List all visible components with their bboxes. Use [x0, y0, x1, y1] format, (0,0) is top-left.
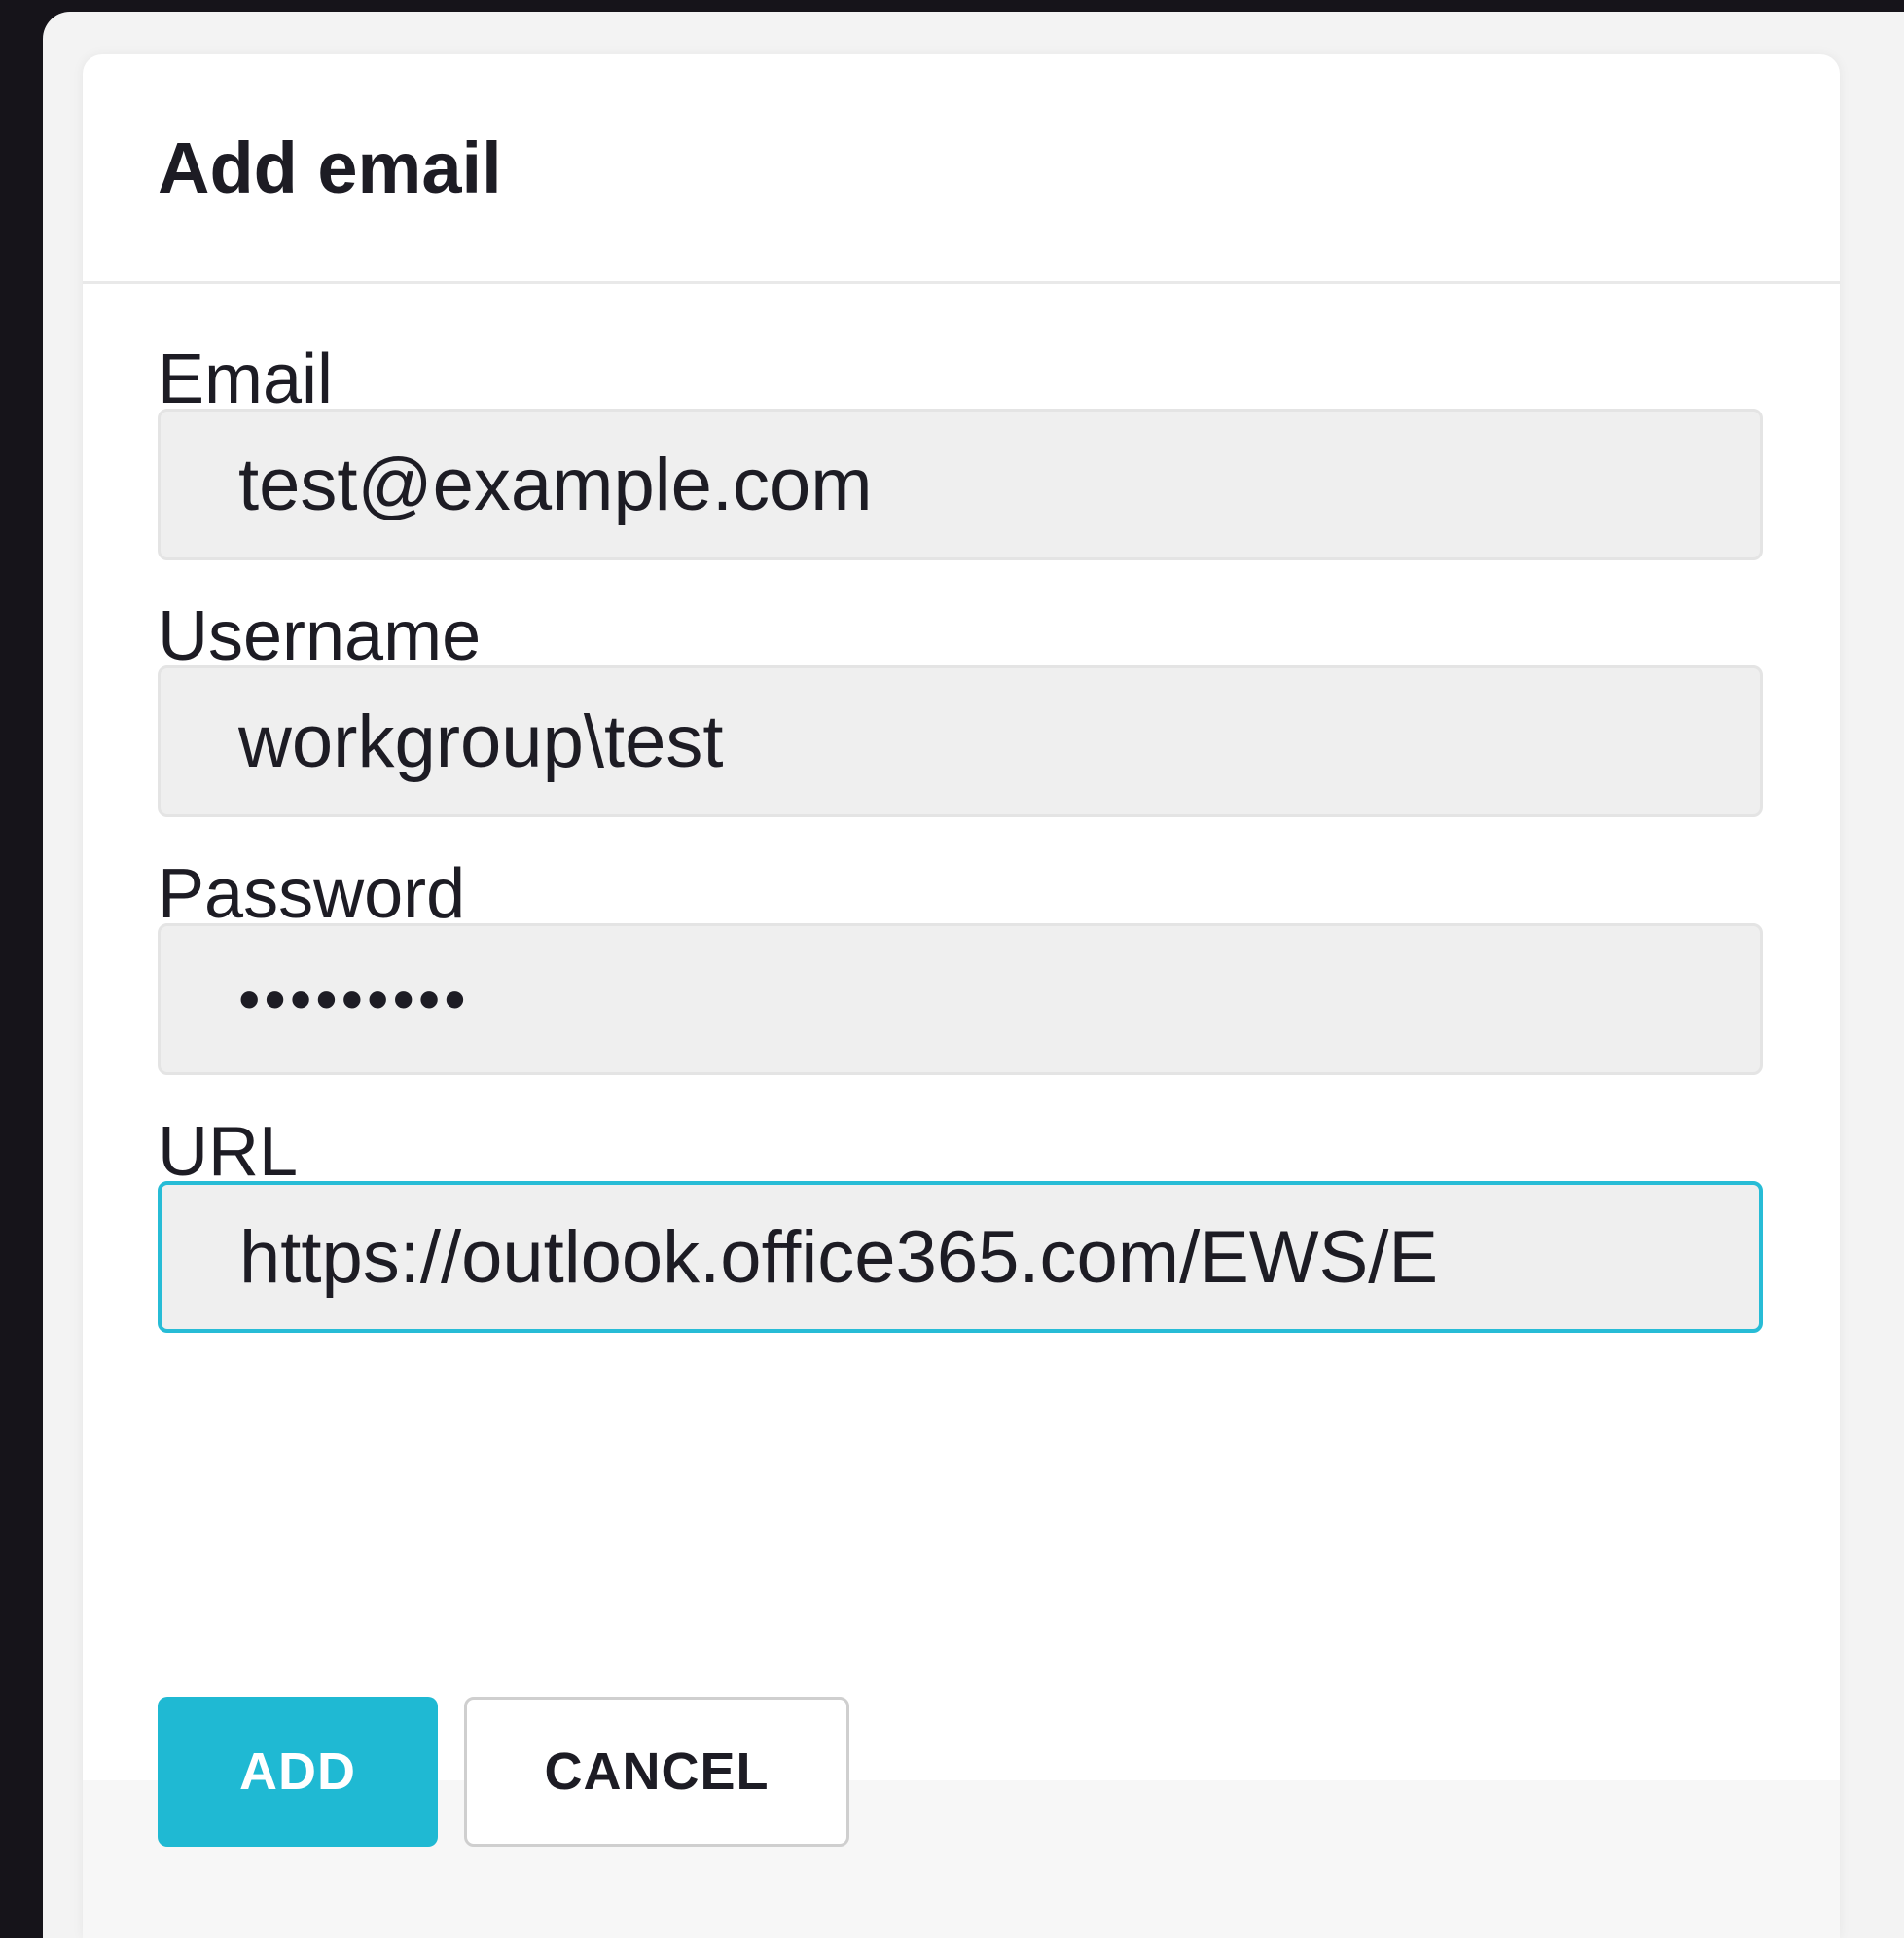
cancel-button[interactable]: CANCEL: [464, 1697, 849, 1847]
screen: Add email Email Username Password URL AD…: [0, 0, 1904, 1938]
password-label: Password: [158, 855, 466, 933]
add-button[interactable]: ADD: [158, 1697, 438, 1847]
email-input[interactable]: [158, 409, 1763, 560]
url-label: URL: [158, 1113, 299, 1191]
add-email-dialog: Add email Email Username Password URL AD…: [83, 54, 1840, 1938]
dialog-header: Add email: [83, 54, 1840, 284]
dialog-title: Add email: [158, 127, 502, 208]
username-input[interactable]: [158, 665, 1763, 817]
username-label: Username: [158, 597, 482, 675]
password-input[interactable]: [158, 923, 1763, 1075]
email-label: Email: [158, 341, 334, 418]
url-input[interactable]: [158, 1181, 1763, 1333]
